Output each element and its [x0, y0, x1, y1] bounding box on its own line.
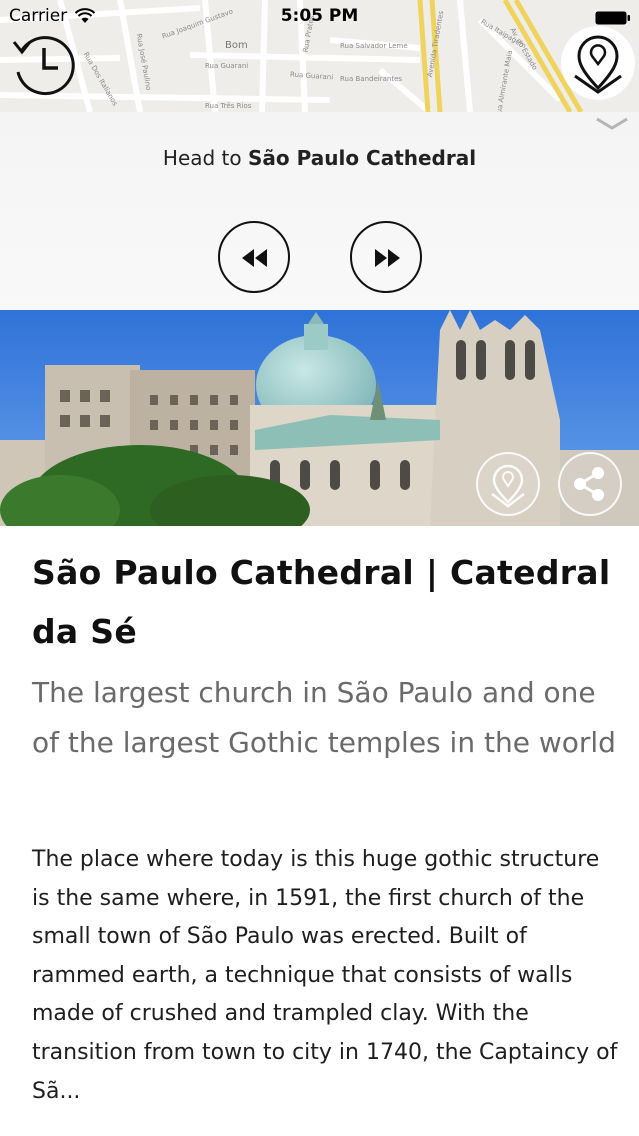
timer-button[interactable] [8, 28, 80, 100]
chevron-down-icon [596, 117, 628, 130]
share-icon [574, 467, 604, 501]
street-label: Rua Três Rios [205, 102, 252, 110]
street-label: Rua Guarani [205, 62, 249, 70]
fast-forward-button[interactable] [350, 221, 422, 293]
map-area-label: Bom [225, 40, 248, 51]
navigation-panel: Head to São Paulo Cathedral [0, 112, 639, 310]
rewind-icon [242, 249, 267, 267]
status-time: 5:05 PM [280, 6, 359, 26]
street-label: Rua Salvador Leme [340, 42, 408, 50]
timer-icon [12, 36, 75, 96]
description-text: The place where today is this huge gothi… [32, 847, 618, 1104]
collapse-button[interactable] [595, 116, 629, 136]
share-button[interactable] [558, 452, 622, 516]
navigation-instruction: Head to São Paulo Cathedral [0, 146, 639, 170]
location-pin-icon [574, 35, 622, 94]
battery-icon [595, 10, 631, 25]
instruction-prefix: Head to [162, 146, 248, 170]
cathedral-photo [0, 310, 639, 526]
location-pin-icon [491, 464, 525, 508]
destination-name: São Paulo Cathedral [248, 146, 477, 170]
page-subtitle: The largest church in São Paulo and one … [32, 676, 616, 759]
status-bar: Carrier 5:05 PM [0, 0, 639, 34]
rewind-button[interactable] [218, 221, 290, 293]
street-label: Rua Bandeirantes [340, 75, 403, 83]
map-pin-button[interactable] [561, 26, 635, 100]
page-title: São Paulo Cathedral | Catedral da Sé [32, 553, 611, 651]
fast-forward-icon [375, 249, 400, 267]
photo-map-pin-button[interactable] [476, 452, 540, 516]
